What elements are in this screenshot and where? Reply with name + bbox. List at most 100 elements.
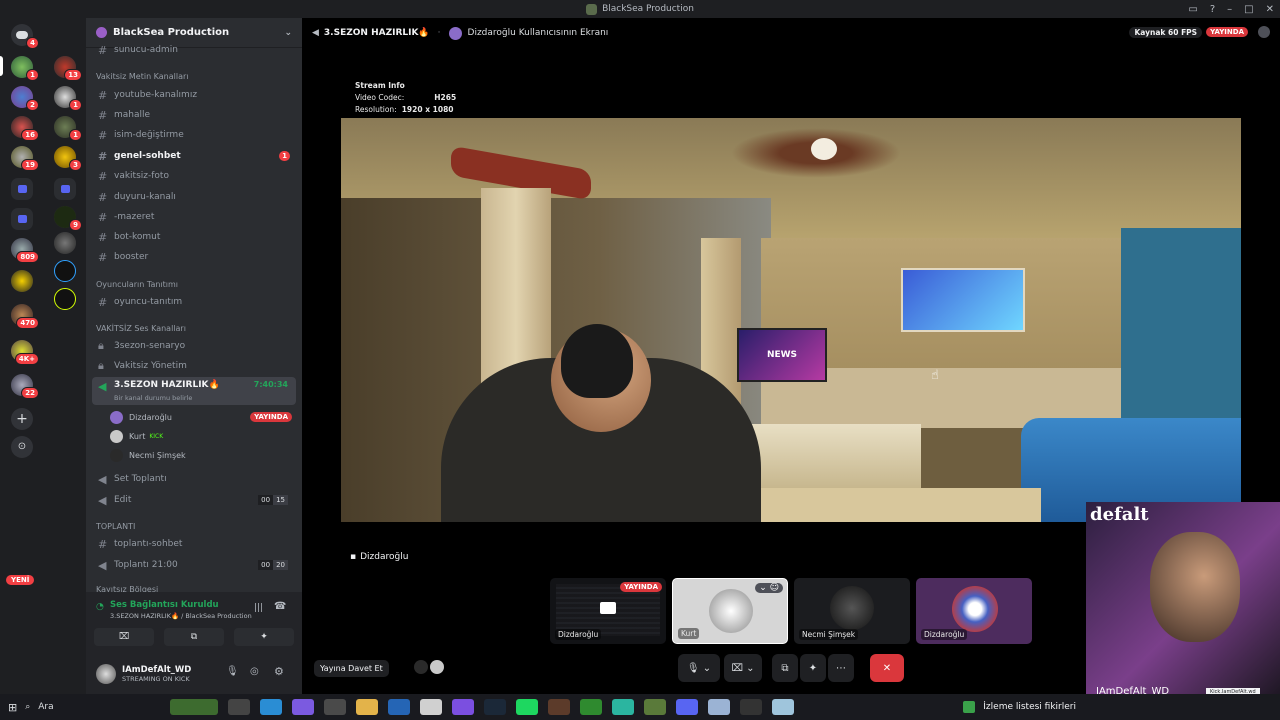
leave-call-button[interactable]: ✕ xyxy=(870,654,904,682)
invite-button[interactable]: Yayına Davet Et xyxy=(314,660,389,677)
channel-item[interactable]: # booster xyxy=(92,247,296,267)
voice-channel-item[interactable]: 🔒︎ 3sezon-senaryo xyxy=(92,336,296,356)
folder-icon[interactable] xyxy=(11,208,33,230)
folder-icon[interactable] xyxy=(356,699,379,715)
close-button[interactable]: ✕ xyxy=(1266,4,1274,15)
disconnect-icon[interactable]: ☎ xyxy=(274,601,286,612)
voice-user[interactable]: Necmi Şimşek xyxy=(110,446,186,464)
voice-user[interactable]: Kurt KICK xyxy=(110,427,163,445)
server-icon[interactable] xyxy=(11,270,33,292)
badge: 3 xyxy=(69,159,82,171)
folder-icon[interactable] xyxy=(54,178,76,200)
task-view-icon[interactable] xyxy=(228,699,251,715)
chrome-icon[interactable] xyxy=(324,699,347,715)
taskbar-widget-icon[interactable] xyxy=(170,699,219,715)
participant-tile[interactable]: ⌄ ☺ Kurt xyxy=(672,578,788,644)
more-button[interactable]: ⋯ xyxy=(828,654,854,682)
edge-icon[interactable] xyxy=(260,699,283,715)
channel-label: vakitsiz-foto xyxy=(114,171,169,181)
camera-off-button[interactable]: ⌧ xyxy=(94,628,154,646)
voice-channel-item[interactable]: ◀︎ Set Toplantı xyxy=(92,469,296,489)
participant-tile[interactable]: YAYINDA Dizdaroğlu xyxy=(550,578,666,644)
screen-share-video[interactable]: NEWS ☝︎ xyxy=(341,118,1241,522)
mute-button[interactable]: 🎙︎ ⌄ xyxy=(678,654,720,682)
game-icon[interactable] xyxy=(548,699,571,715)
store-icon[interactable] xyxy=(420,699,443,715)
share-screen-button[interactable]: ⧉ xyxy=(772,654,798,682)
channel-item[interactable]: # duyuru-kanalı xyxy=(92,187,296,207)
channel-item[interactable]: # youtube-kanalımız xyxy=(92,85,296,105)
taskbar-search[interactable]: ⌕ Ara xyxy=(25,702,165,712)
channel-item[interactable]: # bot-komut xyxy=(92,227,296,247)
folder-icon[interactable] xyxy=(54,24,76,46)
category-header[interactable]: TOPLANTI xyxy=(96,522,135,531)
voice-channel-item[interactable]: ◀︎ Edit 00 15 xyxy=(92,490,296,510)
add-server-icon[interactable]: + xyxy=(11,408,33,430)
app-icon[interactable] xyxy=(708,699,731,715)
chat-icon[interactable] xyxy=(1258,26,1270,38)
discover-icon[interactable]: ⊙ xyxy=(11,436,33,458)
category-header[interactable]: VAKİTSİZ Ses Kanalları xyxy=(96,324,186,333)
channel-item[interactable]: # isim-değiştirme xyxy=(92,125,296,145)
server-icon[interactable] xyxy=(54,232,76,254)
maximize-button[interactable]: □ xyxy=(1244,4,1253,15)
discord-icon[interactable] xyxy=(676,699,699,715)
channel-label: bot-komut xyxy=(114,232,161,242)
folder-icon[interactable] xyxy=(11,178,33,200)
channel-label: oyuncu-tanıtım xyxy=(114,297,183,307)
category-header[interactable]: Vakitsiz Metin Kanalları xyxy=(96,72,189,81)
app-icon[interactable] xyxy=(612,699,635,715)
news-widget[interactable]: İzleme listesi fikirleri xyxy=(963,694,1076,720)
signal-icon[interactable]: ◔ xyxy=(96,602,104,612)
voice-status-title[interactable]: Ses Bağlantısı Kuruldu xyxy=(110,600,219,610)
channel-item[interactable]: # oyuncu-tanıtım xyxy=(92,292,296,312)
spotify-icon[interactable] xyxy=(516,699,539,715)
channel-item[interactable]: # vakitsiz-foto xyxy=(92,166,296,186)
active-voice-channel[interactable]: ◀︎ 3.SEZON HAZIRLIK🔥 7:40:34 Bir kanal d… xyxy=(92,377,296,405)
participant-tile[interactable]: Necmi Şimşek xyxy=(794,578,910,644)
chevron-down-icon[interactable]: ⌄ ☺ xyxy=(755,583,783,593)
participant-tile[interactable]: Dizdaroğlu xyxy=(916,578,1032,644)
category-header[interactable]: Oyuncuların Tanıtımı xyxy=(96,280,178,289)
new-badge[interactable]: YENİ xyxy=(6,575,35,585)
badge: 809 xyxy=(16,251,39,263)
camera-button[interactable]: ⌧ ⌄ xyxy=(724,654,762,682)
twitch-icon[interactable] xyxy=(452,699,475,715)
participants-preview[interactable] xyxy=(414,660,444,676)
channel-item[interactable]: # genel-sohbet 1 xyxy=(92,146,296,166)
channel-item[interactable]: # -mazeret xyxy=(92,207,296,227)
app-icon[interactable] xyxy=(772,699,795,715)
noise-suppression-icon[interactable]: ||| xyxy=(254,603,263,613)
headphones-icon[interactable]: ◎ xyxy=(250,666,259,677)
channel-item[interactable]: # toplantı-sohbet xyxy=(92,534,296,554)
app-icon[interactable] xyxy=(644,699,667,715)
discord-home-icon[interactable]: 4 xyxy=(11,24,39,49)
chevron-down-icon[interactable]: ⌄ xyxy=(284,28,292,38)
screen-share-button[interactable]: ⧉ xyxy=(164,628,224,646)
server-icon[interactable] xyxy=(54,260,76,282)
user-info[interactable]: IAmDefAlt_WD STREAMING ON KICK xyxy=(122,665,191,683)
channel-item[interactable]: # mahalle xyxy=(92,105,296,125)
windows-start-icon[interactable]: ⊞ xyxy=(8,701,17,714)
voice-user[interactable]: Dizdaroğlu YAYINDA xyxy=(110,408,292,426)
minimize-button[interactable]: – xyxy=(1227,4,1232,15)
voice-channel-item[interactable]: ◀︎ Toplantı 21:00 00 20 xyxy=(92,555,296,575)
user-limit: 00 15 xyxy=(258,495,288,505)
steam-icon[interactable] xyxy=(484,699,507,715)
app-icon[interactable] xyxy=(740,699,763,715)
copilot-icon[interactable] xyxy=(292,699,315,715)
activity-button[interactable]: ✦ xyxy=(234,628,294,646)
voice-channel-item[interactable]: 🔒︎ Vakitsiz Yönetim xyxy=(92,356,296,376)
server-icon[interactable] xyxy=(54,288,76,310)
voice-status-sub[interactable]: 3.SEZON HAZIRLIK🔥 / BlackSea Production xyxy=(110,612,252,620)
channel-item[interactable]: # sunucu-admin xyxy=(92,42,296,58)
gear-icon[interactable]: ⚙︎ xyxy=(274,665,284,678)
minecraft-icon[interactable] xyxy=(580,699,603,715)
channel-status[interactable]: Bir kanal durumu belirle xyxy=(114,394,192,402)
outlook-icon[interactable] xyxy=(388,699,411,715)
avatar[interactable] xyxy=(96,664,116,684)
help-icon[interactable]: ? xyxy=(1210,4,1215,15)
activity-button[interactable]: ✦ xyxy=(800,654,826,682)
mic-icon[interactable]: 🎙︎ xyxy=(226,666,239,677)
inbox-icon[interactable]: ▭ xyxy=(1188,4,1197,15)
